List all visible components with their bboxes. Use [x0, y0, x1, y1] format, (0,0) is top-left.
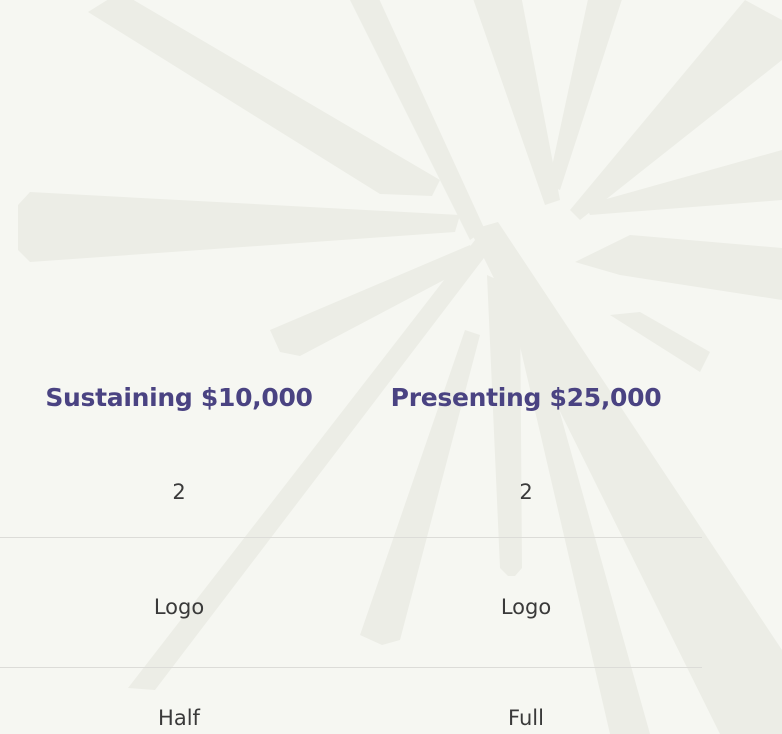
- table-cell: Half: [158, 706, 200, 730]
- table-cell: Logo: [153, 595, 205, 619]
- table-cell: 2: [172, 480, 186, 504]
- table-cell: Full: [508, 706, 544, 730]
- column-header-presenting: Presenting $25,000: [390, 383, 662, 412]
- row-divider: [0, 537, 702, 538]
- table-cell: 2: [519, 480, 533, 504]
- table-cell: Logo: [500, 595, 552, 619]
- column-header-sustaining: Sustaining $10,000: [45, 383, 313, 412]
- row-divider: [0, 667, 702, 668]
- sponsorship-comparison-table: Sustaining $10,000 Presenting $25,000 2 …: [0, 0, 782, 734]
